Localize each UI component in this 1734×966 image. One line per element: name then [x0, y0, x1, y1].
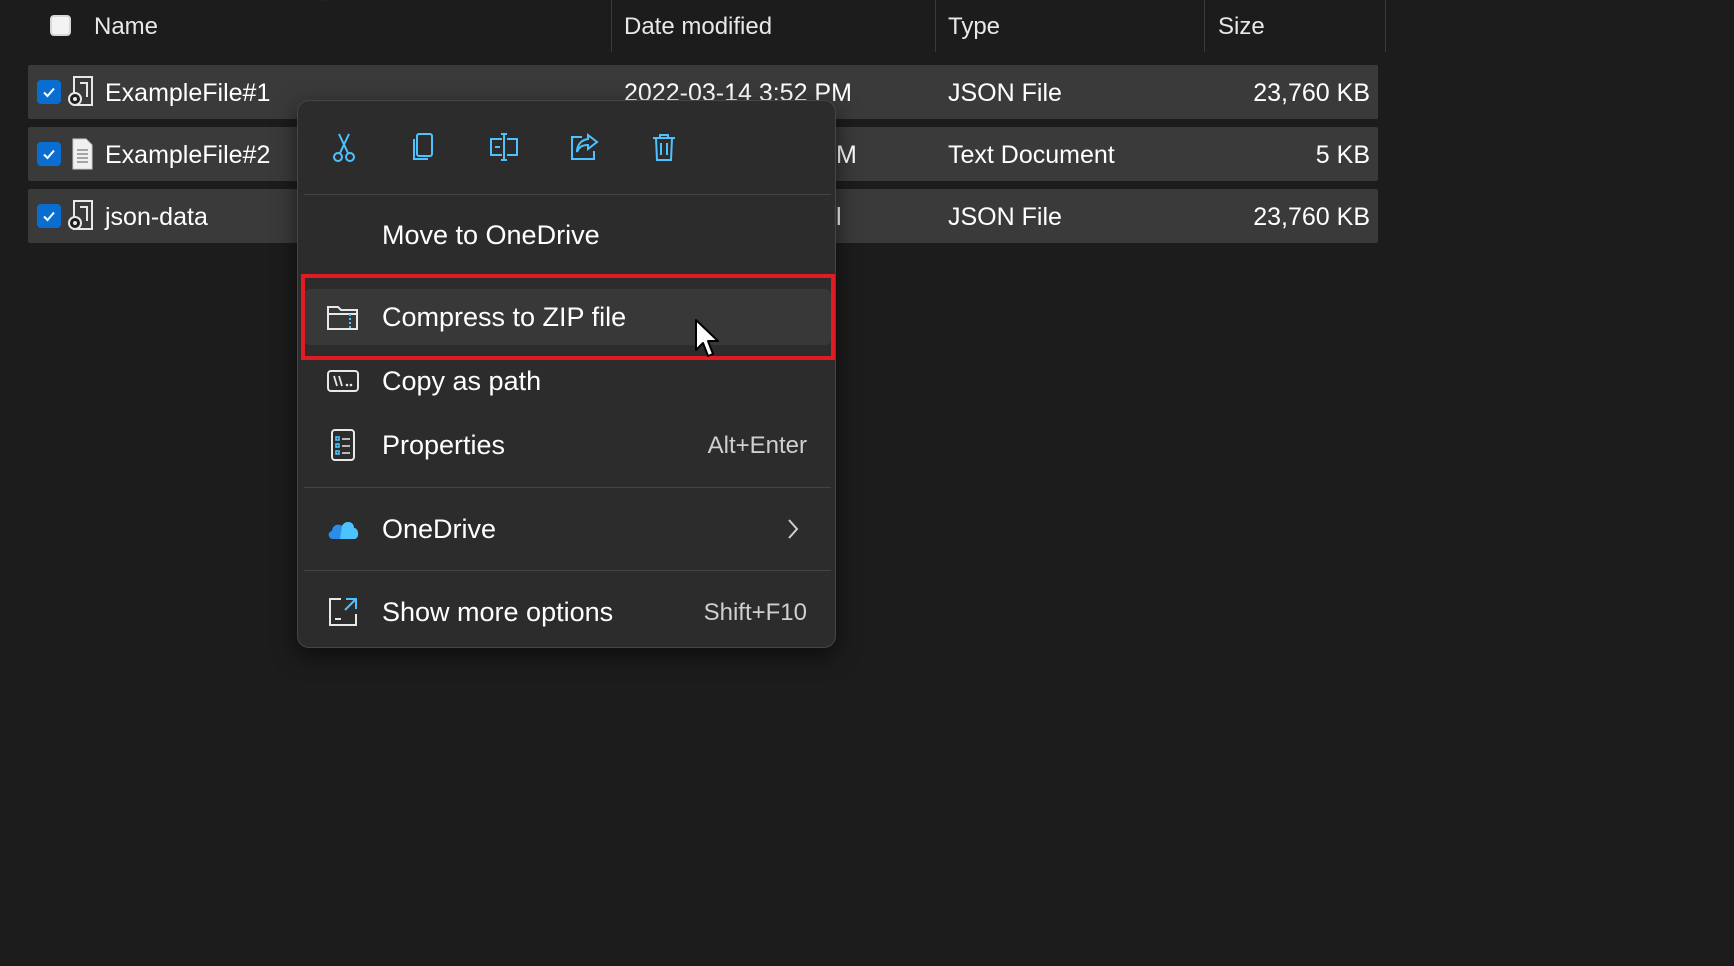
- column-divider[interactable]: [1385, 0, 1386, 52]
- share-button[interactable]: [562, 125, 606, 169]
- json-file-icon: [68, 200, 93, 230]
- column-divider[interactable]: [1204, 0, 1205, 52]
- column-divider[interactable]: [611, 0, 612, 52]
- menu-item-move-to-onedrive[interactable]: Move to OneDrive: [304, 207, 831, 263]
- menu-item-onedrive[interactable]: OneDrive: [304, 501, 831, 557]
- file-name[interactable]: ExampleFile#2: [105, 141, 270, 170]
- highlight-annotation-box: [301, 274, 835, 360]
- chevron-right-icon: [788, 519, 799, 539]
- file-date-modified: M: [836, 141, 857, 169]
- scissors-icon: [333, 133, 355, 162]
- file-explorer-window: ⌃ Name Date modified Type Size ExampleFi…: [0, 0, 1734, 966]
- column-header: ⌃ Name Date modified Type Size: [0, 0, 1386, 56]
- checkmark-icon: [43, 149, 55, 160]
- rename-icon: [490, 133, 518, 161]
- show-more-icon: [329, 598, 357, 626]
- column-header-date-modified[interactable]: Date modified: [624, 13, 772, 41]
- menu-item-properties[interactable]: Properties Alt+Enter: [304, 417, 831, 473]
- context-menu: Move to OneDrive Compress to ZIP file Co…: [297, 100, 836, 648]
- row-checkbox-checked[interactable]: [37, 80, 61, 104]
- file-size: 23,760 KB: [1253, 203, 1370, 231]
- properties-icon: [331, 429, 355, 461]
- mouse-pointer-icon: [695, 319, 719, 357]
- file-name[interactable]: ExampleFile#1: [105, 79, 270, 108]
- file-type: Text Document: [948, 141, 1115, 169]
- menu-item-label: Copy as path: [382, 366, 542, 396]
- copy-button[interactable]: [402, 125, 446, 169]
- onedrive-cloud-icon: [328, 522, 359, 539]
- menu-item-show-more-options[interactable]: Show more options Shift+F10: [304, 584, 831, 640]
- checkmark-icon: [43, 87, 55, 98]
- menu-separator: [304, 194, 831, 195]
- copy-icon: [413, 133, 433, 160]
- text-document-icon: [72, 138, 93, 170]
- cut-button[interactable]: [322, 125, 366, 169]
- file-type: JSON File: [948, 203, 1062, 231]
- column-header-size[interactable]: Size: [1218, 13, 1265, 41]
- json-file-icon: [68, 76, 93, 106]
- quick-actions-bar: [298, 101, 835, 193]
- share-icon: [571, 132, 599, 160]
- sort-ascending-icon: ⌃: [320, 0, 332, 10]
- row-checkbox-checked[interactable]: [37, 142, 61, 166]
- column-header-type[interactable]: Type: [948, 13, 1000, 41]
- file-size: 23,760 KB: [1253, 79, 1370, 107]
- menu-separator: [304, 570, 831, 571]
- select-all-checkbox[interactable]: [50, 15, 71, 36]
- keyboard-shortcut: Shift+F10: [703, 599, 807, 626]
- file-date-modified: l: [836, 203, 842, 231]
- delete-button[interactable]: [642, 125, 686, 169]
- checkmark-icon: [43, 211, 55, 222]
- trash-icon: [653, 134, 675, 161]
- menu-item-label: Show more options: [382, 597, 614, 627]
- column-header-name[interactable]: Name: [94, 13, 158, 41]
- menu-separator: [304, 487, 831, 488]
- path-icon: [327, 370, 359, 392]
- column-divider[interactable]: [935, 0, 936, 52]
- file-size: 5 KB: [1315, 141, 1370, 169]
- file-name[interactable]: json-data: [105, 203, 208, 232]
- file-type: JSON File: [948, 79, 1062, 107]
- menu-item-label: Move to OneDrive: [382, 220, 600, 250]
- row-checkbox-checked[interactable]: [37, 204, 61, 228]
- menu-item-label: Properties: [382, 430, 506, 460]
- menu-item-label: OneDrive: [382, 514, 497, 544]
- rename-button[interactable]: [482, 125, 526, 169]
- keyboard-shortcut: Alt+Enter: [707, 432, 807, 459]
- menu-item-copy-as-path[interactable]: Copy as path: [304, 353, 831, 409]
